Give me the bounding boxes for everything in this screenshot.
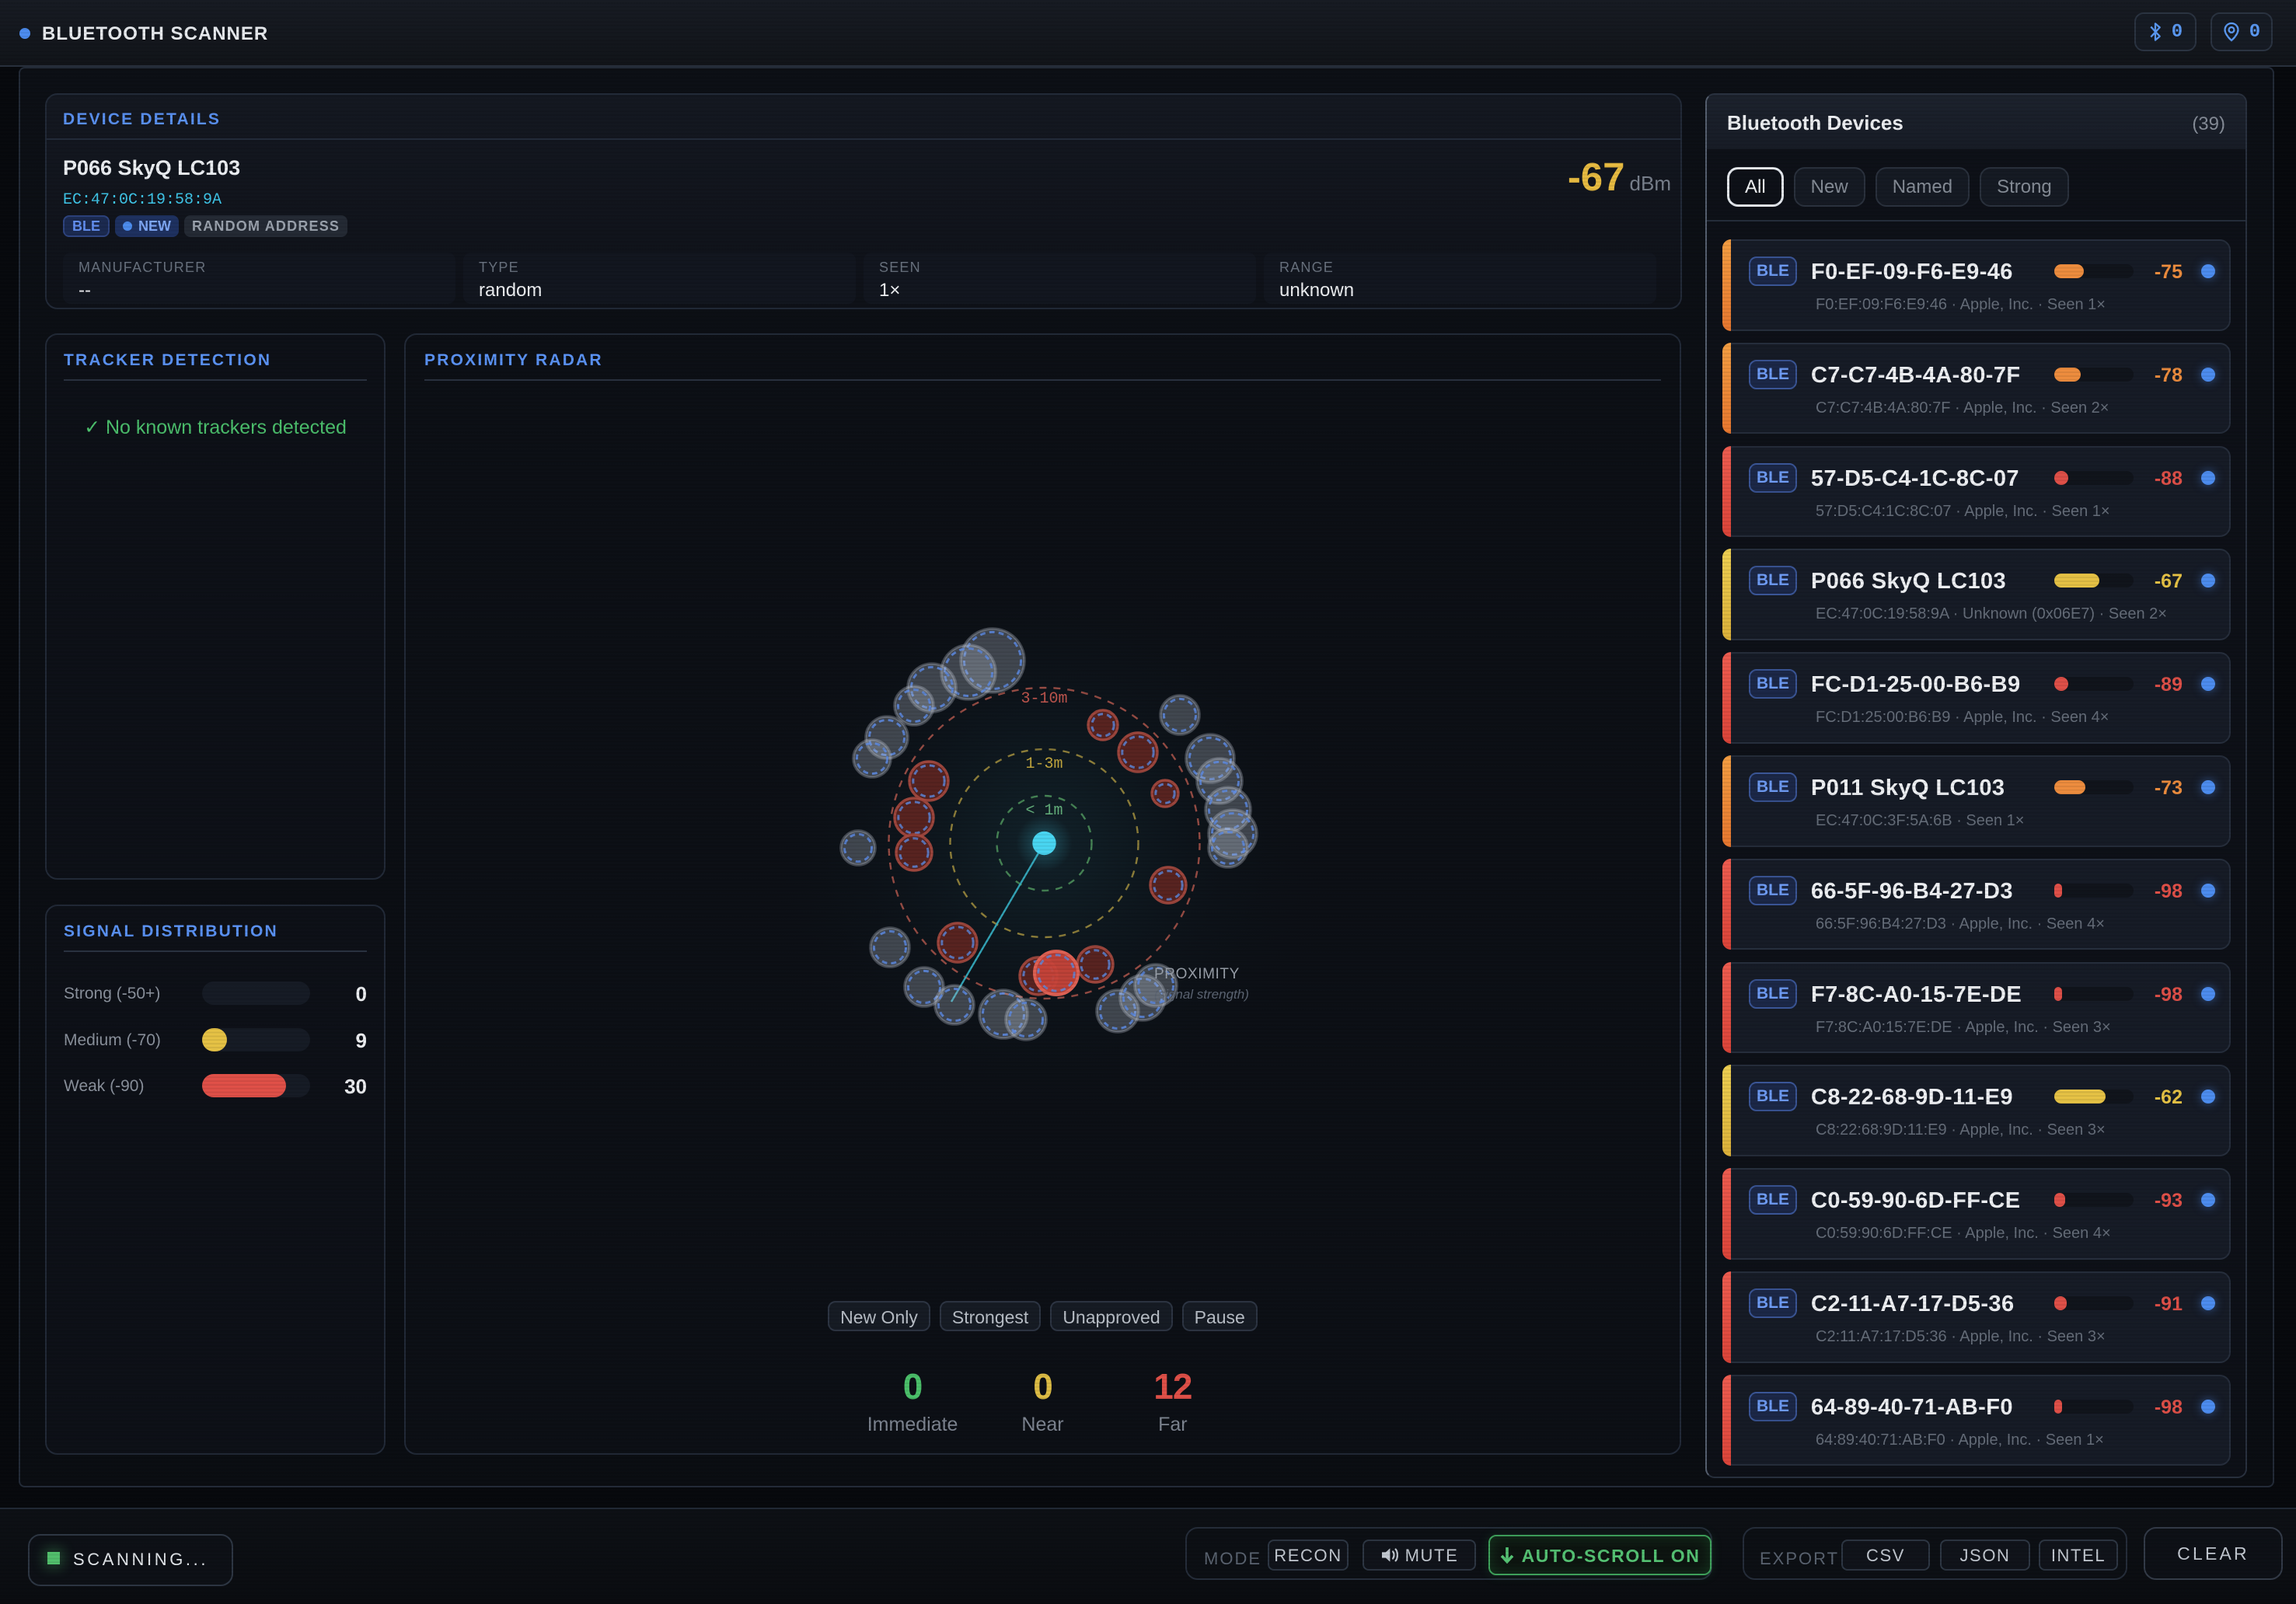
svg-text:3-10m: 3-10m bbox=[1021, 690, 1067, 708]
svg-text:1-3m: 1-3m bbox=[1025, 755, 1063, 773]
svg-text:PROXIMITY: PROXIMITY bbox=[1154, 966, 1240, 982]
svg-text:(signal strength): (signal strength) bbox=[1154, 987, 1249, 1002]
